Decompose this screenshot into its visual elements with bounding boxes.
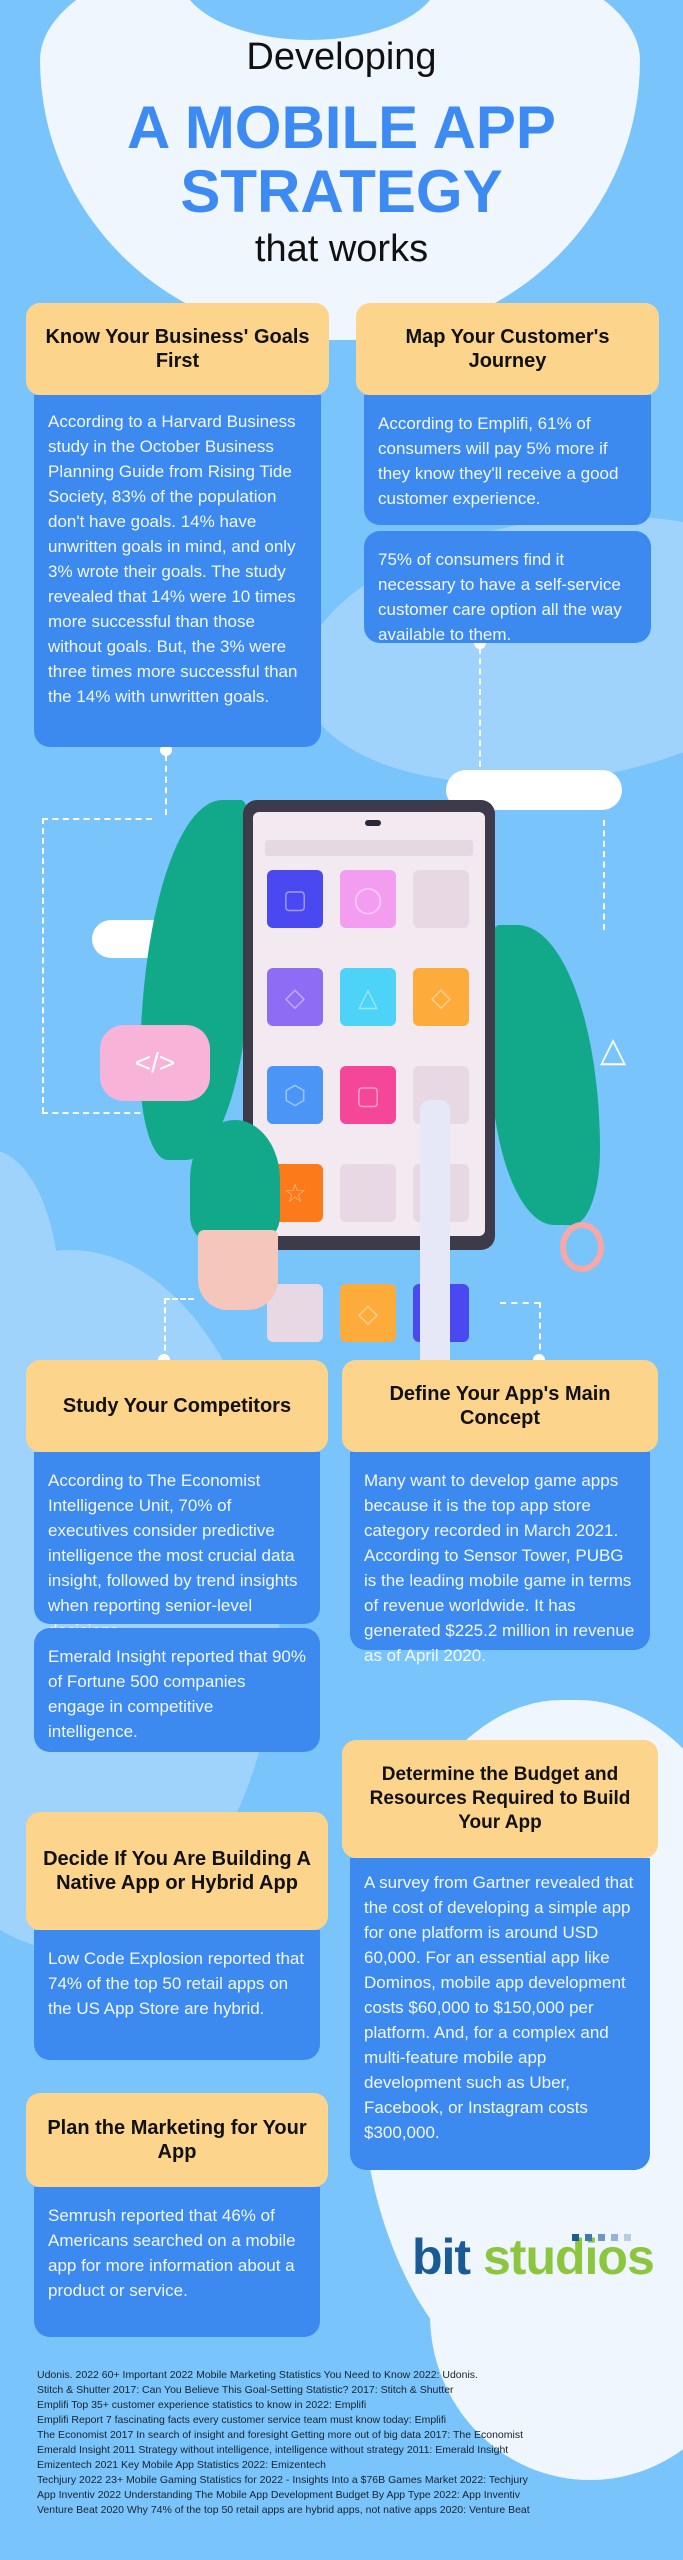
card-body: A survey from Gartner revealed that the … [350, 1858, 650, 2170]
app-tile-icon: ▢ [267, 870, 323, 928]
reference-item: Venture Beat 2020 Why 74% of the top 50 … [37, 2504, 530, 2516]
code-bubble-icon: </> [100, 1025, 210, 1101]
reference-item: Emplifi Top 35+ customer experience stat… [37, 2399, 367, 2411]
connector-line [603, 820, 605, 930]
connector-line [42, 818, 44, 1113]
leaf-decoration [490, 925, 600, 1225]
card-study-competitors: Study Your Competitors According to The … [26, 1360, 328, 1752]
card-body-secondary: 75% of consumers find it necessary to ha… [364, 531, 651, 644]
card-text: Low Code Explosion reported that 74% of … [48, 1949, 305, 2018]
card-text: 75% of consumers find it necessary to ha… [378, 550, 622, 644]
card-text: Many want to develop game apps because i… [364, 1471, 635, 1665]
title-that-works: that works [254, 228, 429, 270]
logo-dot [585, 2234, 592, 2241]
title-main-line2: STRATEGY [180, 158, 503, 225]
logo-dot [624, 2234, 631, 2241]
logo-dot [598, 2234, 605, 2241]
card-heading: Plan the Marketing for Your App [26, 2093, 328, 2187]
connector-line [165, 755, 167, 815]
app-tile-icon: ◇ [413, 968, 469, 1026]
connector-line [42, 818, 152, 820]
screen-search-bar [265, 840, 473, 856]
card-main-concept: Define Your App's Main Concept Many want… [342, 1360, 658, 1665]
card-text: According to The Economist Intelligence … [48, 1471, 298, 1640]
card-text: According to a Harvard Business study in… [48, 412, 298, 706]
phone-screen: ▢ ◯ ◇ △ ◇ ⬡ ▢ ☆ ◇ [253, 812, 485, 1342]
connector-line [164, 1298, 194, 1300]
app-tile-icon: ◯ [340, 870, 396, 928]
phone-illustration: ▢ ◯ ◇ △ ◇ ⬡ ▢ ☆ ◇ [243, 800, 495, 1342]
references-list: Udonis. 2022 60+ Important 2022 Mobile M… [37, 2368, 530, 2518]
app-tile-icon [413, 870, 469, 928]
phone-camera [365, 820, 381, 826]
reference-item: App Inventiv 2022 Understanding The Mobi… [37, 2489, 520, 2501]
connector-line [164, 1298, 166, 1360]
card-body-secondary: Emerald Insight reported that 90% of For… [34, 1628, 320, 1752]
reference-item: Stitch & Shutter 2017: Can You Believe T… [37, 2384, 454, 2396]
reference-item: Emerald Insight 2011 Strategy without in… [37, 2444, 509, 2456]
card-heading: Map Your Customer's Journey [356, 303, 659, 395]
card-heading: Decide If You Are Building A Native App … [26, 1812, 328, 1930]
card-text: Semrush reported that 46% of Americans s… [48, 2206, 296, 2300]
card-business-goals: Know Your Business' Goals First Accordin… [26, 303, 329, 747]
reference-item: Emizentech 2021 Key Mobile App Statistic… [37, 2459, 326, 2471]
logo-dot [611, 2234, 618, 2241]
reference-item: The Economist 2017 In search of insight … [37, 2429, 524, 2441]
card-body: Many want to develop game apps because i… [350, 1452, 650, 1665]
card-text: Emerald Insight reported that 90% of For… [48, 1647, 306, 1741]
title-developing: Developing [246, 36, 437, 78]
connector-line [539, 1302, 541, 1360]
card-text: A survey from Gartner revealed that the … [364, 1873, 634, 2142]
reference-item: Emplifi Report 7 fascinating facts every… [37, 2414, 447, 2426]
ring-decoration [560, 1222, 604, 1272]
card-plan-marketing: Plan the Marketing for Your App Semrush … [26, 2093, 328, 2337]
connector-line [500, 1302, 540, 1304]
logo-bit: bit [412, 2229, 471, 2285]
app-tile-icon: ◇ [340, 1284, 396, 1342]
logo-dots-icon [572, 2234, 631, 2241]
card-body: According to a Harvard Business study in… [34, 395, 321, 747]
title-main-line1: A MOBILE APP [127, 94, 556, 161]
app-tile-icon: ◇ [267, 968, 323, 1026]
card-heading: Know Your Business' Goals First [26, 303, 329, 395]
card-heading: Determine the Budget and Resources Requi… [342, 1740, 658, 1858]
logo-dot [572, 2234, 579, 2241]
card-body: Semrush reported that 46% of Americans s… [34, 2187, 320, 2337]
app-tile-icon: △ [340, 968, 396, 1026]
leaf-decoration [140, 800, 250, 1160]
card-customer-journey: Map Your Customer's Journey According to… [356, 303, 659, 644]
card-body: According to The Economist Intelligence … [34, 1452, 320, 1640]
wrench-icon [420, 1100, 450, 1370]
card-body: According to Emplifi, 61% of consumers w… [364, 395, 651, 525]
app-tile-icon: ⬡ [267, 1066, 323, 1124]
card-heading: Define Your App's Main Concept [342, 1360, 658, 1452]
card-budget-resources: Determine the Budget and Resources Requi… [342, 1740, 658, 2170]
app-tile-icon: ▢ [340, 1066, 396, 1124]
app-tile-icon [340, 1164, 396, 1222]
card-native-or-hybrid: Decide If You Are Building A Native App … [26, 1812, 328, 2060]
infographic: Developing A MOBILE APP STRATEGY that wo… [0, 0, 683, 2560]
card-text: According to Emplifi, 61% of consumers w… [378, 414, 619, 508]
app-tile-icon [267, 1284, 323, 1342]
card-heading: Study Your Competitors [26, 1360, 328, 1452]
reference-item: Techjury 2022 23+ Mobile Gaming Statisti… [37, 2474, 528, 2486]
plant-leaves [190, 1120, 280, 1240]
reference-item: Udonis. 2022 60+ Important 2022 Mobile M… [37, 2369, 478, 2381]
plant-pot [198, 1230, 278, 1310]
card-body: Low Code Explosion reported that 74% of … [34, 1930, 320, 2060]
triangle-decoration: △ [600, 1031, 627, 1069]
